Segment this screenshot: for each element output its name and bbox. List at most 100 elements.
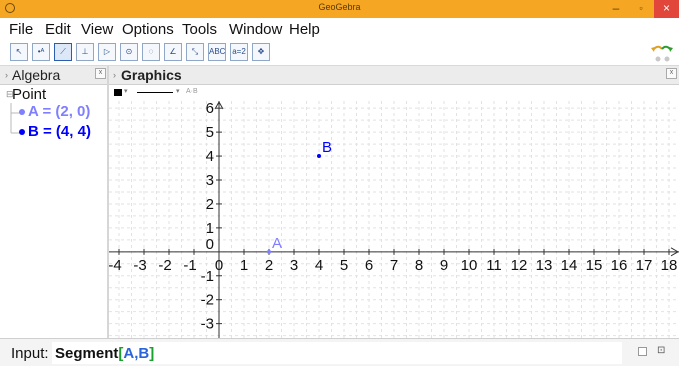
input-args: A,B — [123, 345, 150, 362]
x-tick-label: -1 — [183, 257, 196, 274]
algebra-close-icon[interactable]: x — [95, 68, 106, 79]
y-tick-label: 6 — [206, 101, 214, 117]
visibility-toggle-icon[interactable] — [19, 129, 25, 135]
menu-tools[interactable]: Tools — [182, 21, 217, 38]
x-tick-label: 7 — [390, 257, 398, 274]
maximize-button[interactable]: ▫ — [628, 0, 654, 18]
input-help-icon[interactable] — [638, 347, 647, 356]
point-label-a[interactable]: A — [272, 235, 282, 252]
x-tick-label: 13 — [536, 257, 553, 274]
menu-bar: File Edit View Options Tools Window Help — [0, 18, 679, 40]
x-tick-label: -4 — [109, 257, 122, 274]
text-tool-icon[interactable]: ABC — [208, 43, 226, 61]
input-bar: Input: Segment[A,B] ⊡ — [0, 338, 679, 366]
input-field[interactable]: Segment[A,B] — [52, 342, 622, 364]
line-style-icon[interactable] — [137, 92, 173, 93]
angle-tool-icon[interactable]: ∠ — [164, 43, 182, 61]
x-tick-label: 1 — [240, 257, 248, 274]
x-tick-label: 12 — [511, 257, 528, 274]
y-tick-label: 2 — [206, 196, 214, 213]
algebra-title: Algebra — [12, 67, 61, 83]
graphics-view-header[interactable]: › Graphics x — [109, 66, 679, 85]
x-tick-label: 17 — [636, 257, 653, 274]
x-tick-label: 6 — [365, 257, 373, 274]
polygon-tool-icon[interactable]: ▷ — [98, 43, 116, 61]
x-tick-label: 15 — [586, 257, 603, 274]
perpendicular-tool-icon[interactable]: ⊥ — [76, 43, 94, 61]
graphics-close-icon[interactable]: x — [666, 68, 677, 79]
help-icon[interactable] — [655, 56, 661, 62]
input-command: Segment — [55, 345, 119, 362]
x-tick-label: 8 — [415, 257, 423, 274]
minimize-button[interactable]: – — [604, 0, 628, 18]
title-bar: GeoGebra – ▫ × — [0, 0, 679, 18]
algebra-item-b[interactable]: B = (4, 4) — [28, 123, 91, 140]
symbol-table-icon[interactable]: ⊡ — [657, 345, 665, 356]
input-close-bracket: ] — [149, 345, 155, 362]
graphics-title: Graphics — [121, 67, 182, 83]
algebra-group-label: Point — [12, 86, 47, 103]
algebra-view: ⊟ Point A = (2, 0) B = (4, 4) — [0, 85, 107, 338]
x-tick-label: 3 — [290, 257, 298, 274]
undo-redo-icons[interactable] — [650, 42, 674, 64]
y-tick-label: -3 — [201, 316, 214, 333]
color-swatch-icon[interactable] — [114, 89, 122, 96]
x-tick-label: 14 — [561, 257, 578, 274]
circle-tool-icon[interactable]: ⊙ — [120, 43, 138, 61]
y-tick-label: -1 — [201, 268, 214, 285]
menu-file[interactable]: File — [9, 21, 33, 38]
x-tick-label: -2 — [158, 257, 171, 274]
algebra-item-a[interactable]: A = (2, 0) — [28, 103, 90, 120]
reflect-tool-icon[interactable]: ⤡ — [186, 43, 204, 61]
graphics-style-bar: ▾ ▾ A·B — [109, 85, 679, 101]
y-tick-label: -2 — [201, 292, 214, 309]
x-tick-label: 10 — [461, 257, 478, 274]
conic-tool-icon[interactable]: ◌ — [142, 43, 160, 61]
input-label: Input: — [11, 345, 49, 362]
collapse-arrow-icon[interactable]: › — [5, 70, 8, 80]
menu-window[interactable]: Window — [229, 21, 282, 38]
y-tick-label: 1 — [206, 220, 214, 237]
input-value: Segment[A,B] — [55, 345, 154, 362]
move-view-tool-icon[interactable]: ✥ — [252, 43, 270, 61]
graphics-canvas[interactable]: -4 -3 -2 -1 0 1 2 3 4 5 6 7 8 9 10 11 12 13 14 15 16 17 18 -3-… — [109, 101, 679, 338]
settings-icon[interactable] — [664, 56, 670, 62]
axes — [109, 101, 679, 338]
origin-label: 0 — [206, 236, 214, 253]
grid — [109, 101, 679, 338]
menu-edit[interactable]: Edit — [45, 21, 71, 38]
slider-tool-icon[interactable]: a=2 — [230, 43, 248, 61]
y-tick-label: 5 — [206, 124, 214, 141]
x-axis-tick-labels: -4 -3 -2 -1 0 1 2 3 4 5 6 7 8 9 10 11 12 13 14 15 16 17 18 — [109, 248, 678, 274]
menu-view[interactable]: View — [81, 21, 113, 38]
dropdown-arrow-icon[interactable]: ▾ — [176, 87, 180, 95]
dropdown-arrow-icon[interactable]: ▾ — [124, 87, 128, 95]
window-title: GeoGebra — [318, 2, 361, 12]
x-tick-label: 4 — [315, 257, 323, 274]
x-tick-label: 16 — [611, 257, 628, 274]
point-style-icon[interactable]: A·B — [186, 88, 198, 95]
move-tool-icon[interactable]: ↖ — [10, 43, 28, 61]
collapse-arrow-icon[interactable]: › — [113, 70, 116, 80]
toolbar: ↖ •ᴬ ⟋ ⊥ ▷ ⊙ ◌ ∠ ⤡ ABC a=2 ✥ — [0, 40, 679, 66]
menu-help[interactable]: Help — [289, 21, 320, 38]
close-button[interactable]: × — [654, 0, 679, 18]
x-tick-label: 11 — [486, 257, 502, 274]
visibility-toggle-icon[interactable] — [19, 109, 25, 115]
line-tool-icon[interactable]: ⟋ — [54, 43, 72, 61]
x-tick-label: 18 — [661, 257, 678, 274]
x-tick-label: 5 — [340, 257, 348, 274]
point-tool-icon[interactable]: •ᴬ — [32, 43, 50, 61]
points[interactable]: AB — [267, 139, 332, 254]
x-tick-label: 0 — [215, 257, 223, 274]
y-tick-label: 3 — [206, 172, 214, 189]
point-a[interactable] — [267, 249, 271, 254]
point-b[interactable] — [317, 154, 321, 159]
x-tick-label: 2 — [265, 257, 273, 274]
menu-options[interactable]: Options — [122, 21, 174, 38]
x-tick-label: -3 — [133, 257, 146, 274]
point-label-b[interactable]: B — [322, 139, 332, 156]
algebra-view-header[interactable]: › Algebra x — [0, 66, 107, 85]
y-tick-label: 4 — [206, 148, 214, 165]
x-tick-label: 9 — [440, 257, 448, 274]
